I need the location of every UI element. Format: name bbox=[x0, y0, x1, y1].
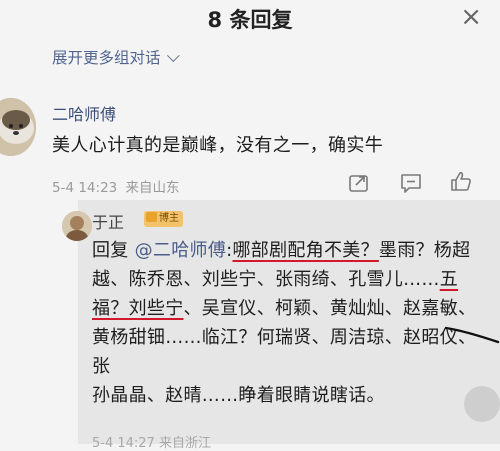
scribble-mark bbox=[444, 326, 500, 344]
reply-text-segment: 孙晶晶、赵晴……睁着眼睛说瞎话。 bbox=[92, 385, 385, 406]
author-badge: 博主 bbox=[144, 211, 183, 227]
comment-icon[interactable] bbox=[400, 173, 422, 193]
avatar[interactable] bbox=[0, 98, 36, 156]
reply-prefix: 回复 bbox=[92, 240, 135, 261]
badge-icon bbox=[146, 212, 157, 222]
like-icon[interactable] bbox=[450, 170, 472, 192]
expand-more-conversations-link[interactable]: 展开更多组对话 bbox=[52, 46, 180, 68]
share-icon[interactable] bbox=[348, 173, 370, 193]
page-title: 8 条回复 bbox=[207, 8, 293, 32]
comment-location: 来自山东 bbox=[125, 180, 180, 196]
underlined-text: 哪部剧配角不美？ bbox=[232, 240, 379, 261]
watermark-logo bbox=[464, 386, 500, 422]
reply-mention-link[interactable]: @二哈师傅 bbox=[135, 240, 227, 261]
comment-text: 美人心计真的是巅峰，没有之一，确实牛 bbox=[52, 135, 384, 156]
expand-label: 展开更多组对话 bbox=[52, 49, 161, 67]
comment-username[interactable]: 二哈师傅 bbox=[52, 101, 116, 125]
reply-meta: 5-4 14:27 来自浙江 bbox=[92, 436, 211, 451]
badge-label: 博主 bbox=[159, 213, 179, 224]
reply-text: 回复 @二哈师傅:哪部剧配角不美？墨雨？杨超越、陈乔恩、刘些宁、张雨绮、孔雪儿…… bbox=[92, 236, 477, 410]
avatar[interactable] bbox=[62, 211, 92, 241]
reply-username[interactable]: 于正 bbox=[92, 209, 124, 233]
close-icon[interactable]: × bbox=[460, 2, 482, 32]
chevron-down-icon bbox=[166, 49, 180, 63]
comment-timestamp: 5-4 14:23 bbox=[52, 180, 118, 196]
comment-meta: 5-4 14:23 来自山东 bbox=[52, 176, 180, 196]
